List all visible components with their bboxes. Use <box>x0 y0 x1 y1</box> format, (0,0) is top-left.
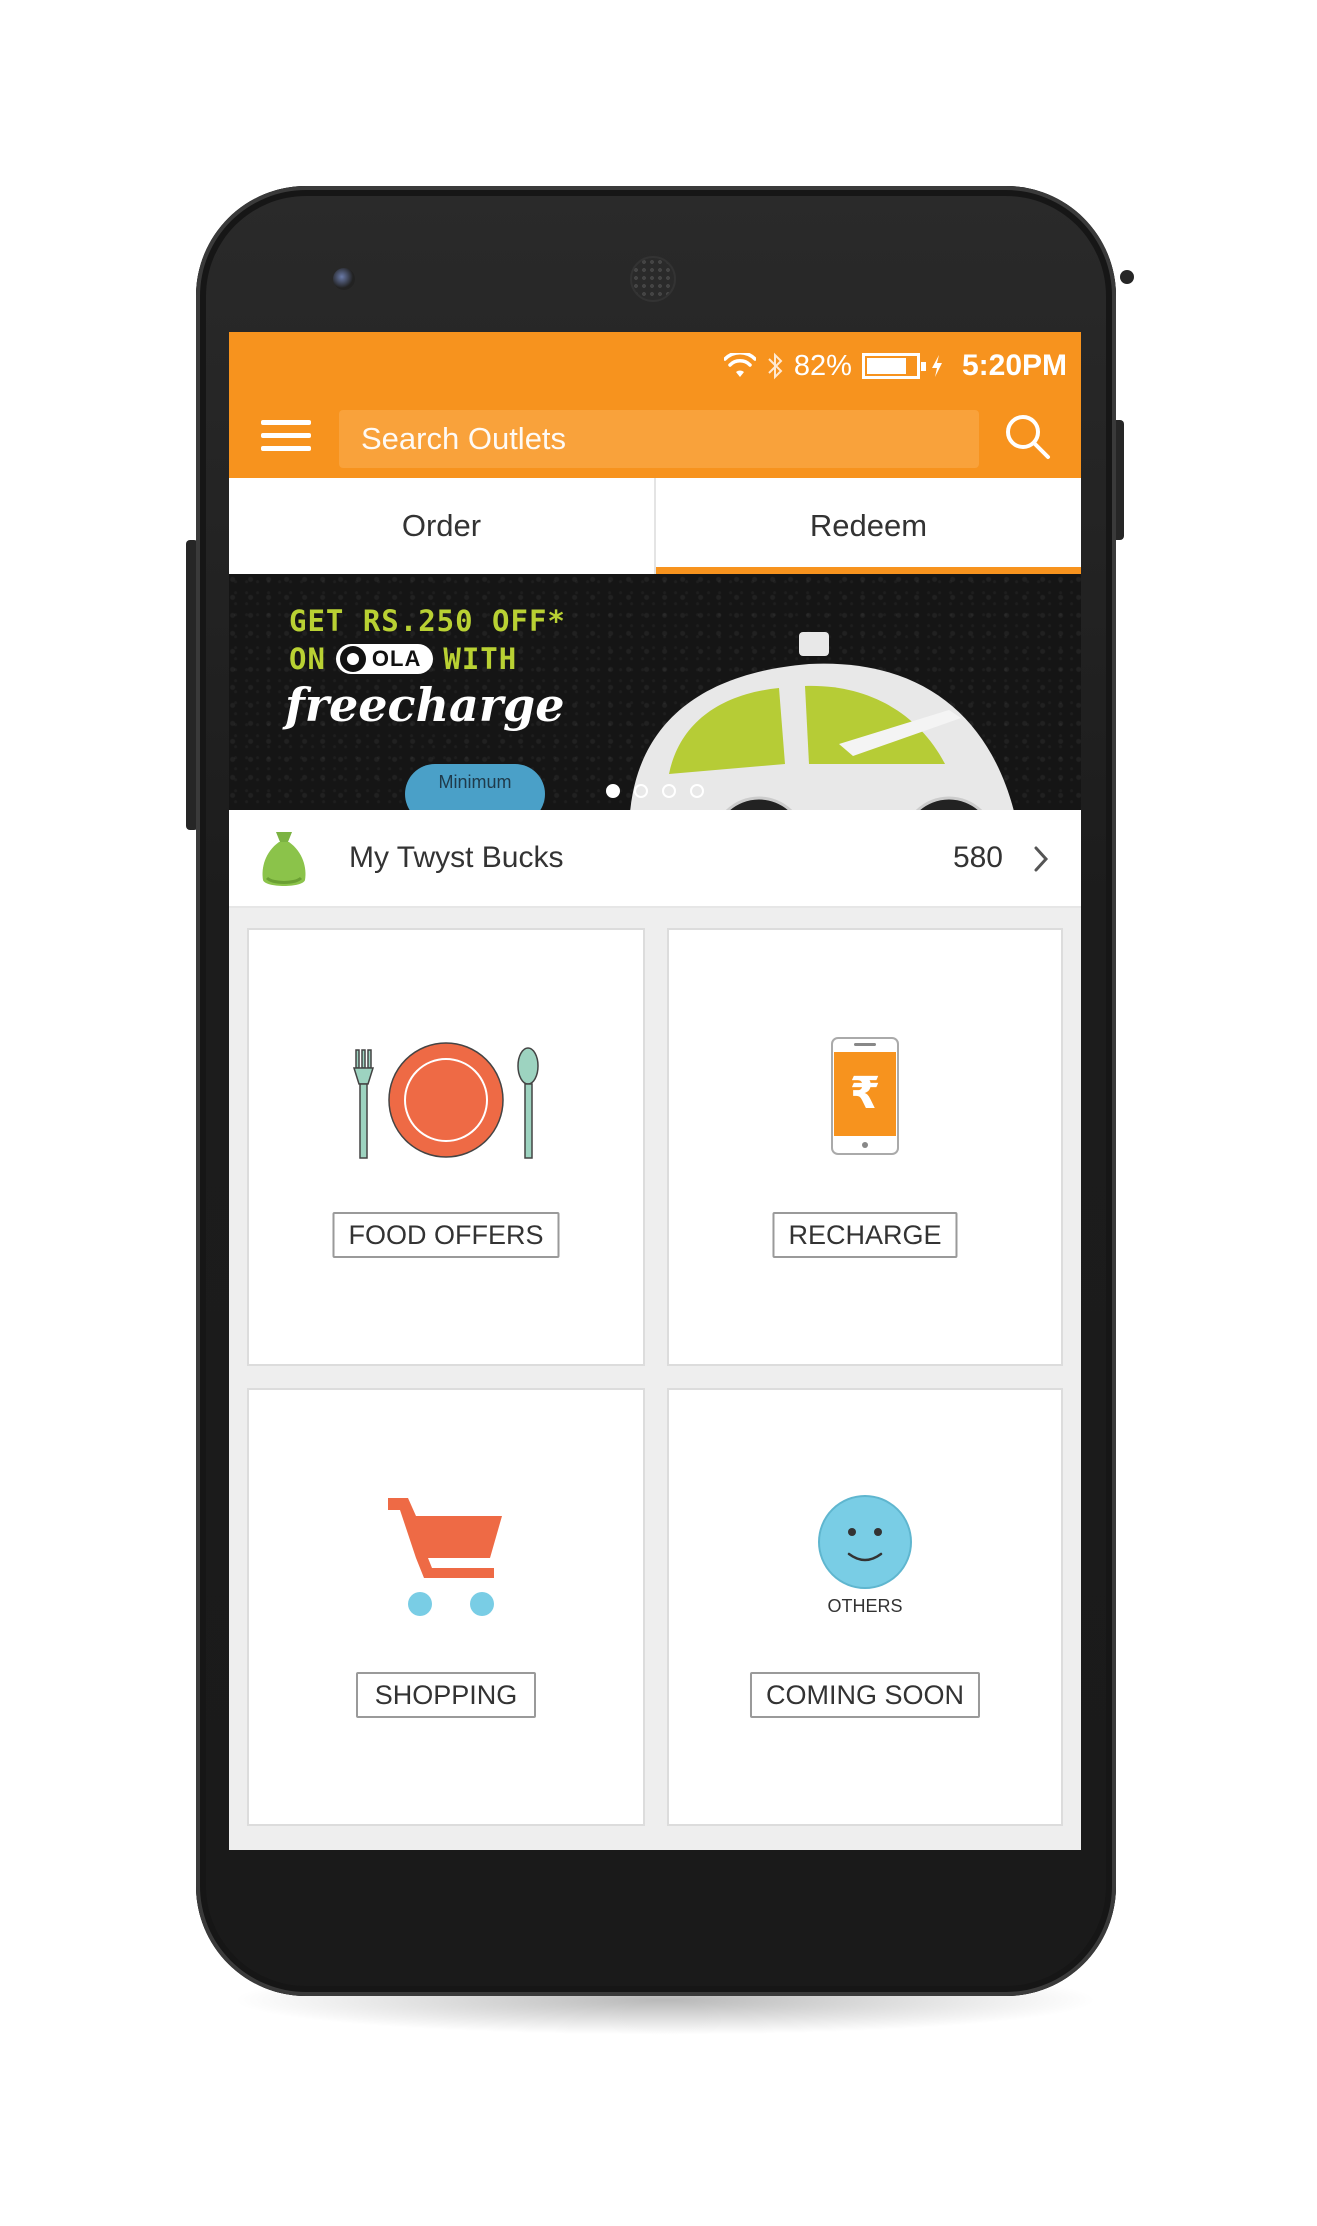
category-others[interactable]: OTHERS COMING SOON <box>667 1388 1063 1826</box>
tab-bar: Order Redeem <box>229 478 1081 574</box>
carousel-dot[interactable] <box>662 784 676 798</box>
smiley-icon <box>818 1495 912 1589</box>
promo-subline: ON OLA WITH <box>289 642 517 676</box>
promo-with: WITH <box>443 642 518 676</box>
battery-percent: 82% <box>793 349 852 382</box>
svg-text:₹: ₹ <box>850 1068 881 1119</box>
sensor-right <box>1120 270 1134 284</box>
food-offers-label: FOOD OFFERS <box>332 1212 560 1258</box>
promo-headline: GET RS.250 OFF* <box>289 604 566 638</box>
coming-soon-label: COMING SOON <box>749 1672 981 1718</box>
tab-redeem[interactable]: Redeem <box>654 478 1081 574</box>
mobile-rupee-icon: ₹ <box>831 1037 899 1155</box>
plate-cutlery-icon <box>352 1042 539 1159</box>
front-camera <box>333 268 355 290</box>
bucks-value: 580 <box>952 841 1003 874</box>
search-input[interactable] <box>339 410 979 468</box>
twyst-bucks-row[interactable]: My Twyst Bucks 580 <box>229 810 1081 908</box>
charging-icon <box>931 355 942 377</box>
wifi-icon <box>723 353 756 377</box>
shopping-cart-icon <box>388 1498 502 1616</box>
money-bag-icon <box>262 832 306 886</box>
carousel-dots <box>229 784 1081 798</box>
recharge-label: RECHARGE <box>772 1212 958 1258</box>
tab-label: Redeem <box>809 508 928 543</box>
carousel-dot[interactable] <box>634 784 648 798</box>
carousel-dot[interactable] <box>606 784 620 798</box>
carousel-dot[interactable] <box>690 784 704 798</box>
tab-order[interactable]: Order <box>229 478 654 574</box>
shopping-label: SHOPPING <box>356 1672 536 1718</box>
clock-time: 5:20PM <box>961 349 1067 382</box>
category-food-offers[interactable]: FOOD OFFERS <box>247 928 645 1366</box>
category-shopping[interactable]: SHOPPING <box>247 1388 645 1826</box>
category-recharge[interactable]: ₹ RECHARGE <box>667 928 1063 1366</box>
status-icons: 82% 5:20PM <box>723 342 1067 390</box>
search-icon[interactable] <box>1003 412 1053 462</box>
status-bar: 82% 5:20PM <box>229 332 1081 398</box>
battery-icon <box>861 353 926 379</box>
chevron-right-icon <box>1034 846 1049 872</box>
freecharge-logo: freecharge <box>285 678 565 732</box>
app-bar <box>229 398 1081 478</box>
car-illustration <box>630 632 1014 810</box>
ola-logo: OLA <box>335 644 434 674</box>
app-screen: 82% 5:20PM Order Redeem GET RS.250 OFF* … <box>229 332 1081 1850</box>
others-caption: OTHERS <box>827 1596 903 1616</box>
menu-icon[interactable] <box>261 416 311 456</box>
promo-on: ON <box>289 642 326 676</box>
search-field[interactable] <box>339 410 979 468</box>
tab-label: Order <box>401 508 482 543</box>
earpiece-speaker <box>630 256 676 302</box>
bluetooth-icon <box>768 352 783 380</box>
bucks-label: My Twyst Bucks <box>349 841 564 874</box>
promo-banner[interactable]: GET RS.250 OFF* ON OLA WITH freecharge M… <box>229 574 1081 810</box>
